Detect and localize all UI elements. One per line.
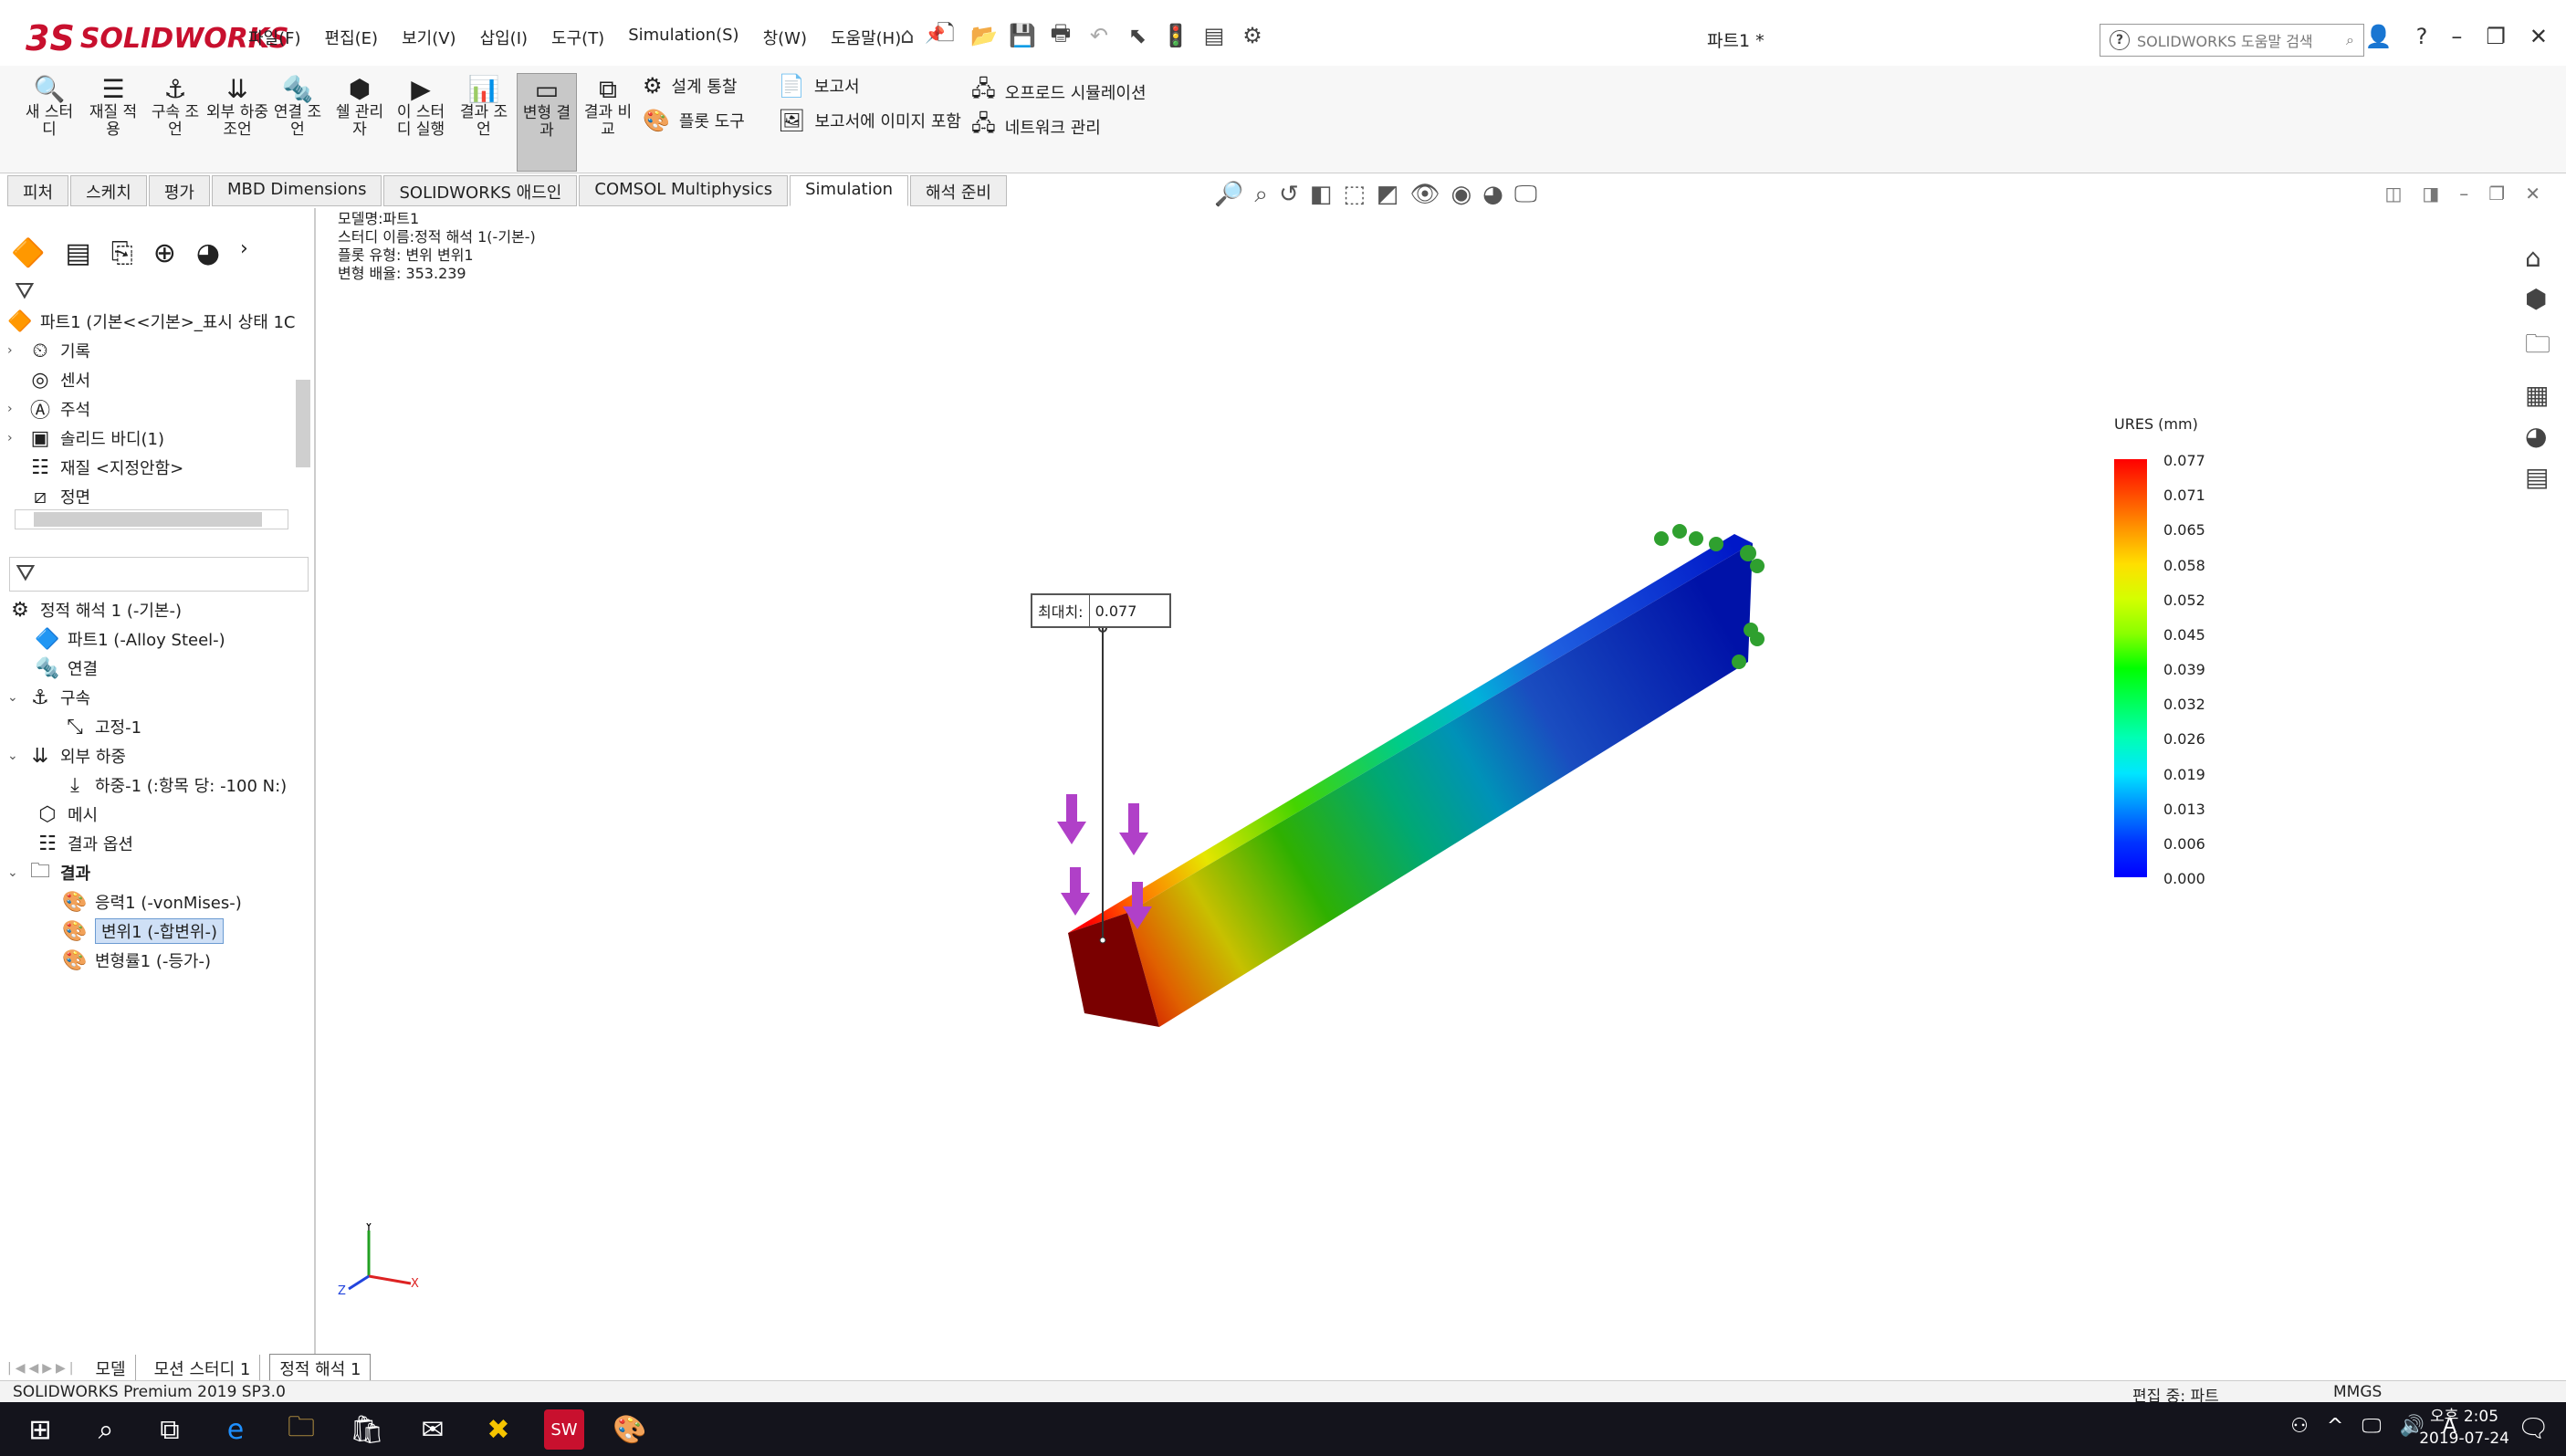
legend-value: 0.032 [2163,696,2205,714]
legend-value: 0.019 [2163,765,2205,783]
task-view-icon[interactable]: ⧉ [150,1409,190,1450]
tab-motion-study-1[interactable]: 모션 스터디 1 [145,1355,261,1382]
tray-expand-icon[interactable]: ^ [2327,1415,2343,1438]
app-x-icon[interactable]: ✖ [478,1409,518,1450]
legend-value: 0.039 [2163,661,2205,678]
network-icon[interactable]: 🖵 [2362,1415,2381,1438]
axis-y-label: Y [364,1223,372,1234]
people-icon[interactable]: ⚇ [2290,1415,2309,1438]
mail-icon[interactable]: ✉ [413,1409,453,1450]
legend-swatch [2114,598,2147,634]
legend-swatch [2114,494,2147,529]
legend-value: 0.065 [2163,521,2205,539]
legend-swatch [2114,807,2147,843]
legend-swatch [2114,529,2147,564]
legend-value: 0.077 [2163,452,2205,469]
status-version: SOLIDWORKS Premium 2019 SP3.0 [13,1383,286,1401]
triad-axes: Y X Z [338,1220,420,1300]
legend-color-bar [2114,459,2147,878]
legend-value: 0.071 [2163,487,2205,505]
tab-model[interactable]: 모델 [87,1355,136,1382]
taskbar-clock[interactable]: 오후 2:05 2019-07-24 [2419,1406,2509,1450]
status-bar: SOLIDWORKS Premium 2019 SP3.0 편집 중: 파트 M… [0,1380,2566,1406]
legend-value: 0.052 [2163,591,2205,609]
legend-value: 0.013 [2163,800,2205,818]
notification-center-icon[interactable]: 🗨 [2517,1413,2550,1443]
beam-side-face [1127,543,1753,1027]
store-icon[interactable]: 🛍 [347,1409,387,1450]
bottom-tabs: |◀◀▶▶| 모델 모션 스터디 1 정적 해석 1 [7,1354,372,1383]
legend-value: 0.045 [2163,625,2205,644]
axis-x-label: X [411,1277,419,1291]
load-arrows [1057,794,1152,929]
edge-browser-icon[interactable]: e [215,1409,256,1450]
legend-swatch [2114,459,2147,495]
windows-taskbar: ⊞ ⌕ ⧉ e 🗀 🛍 ✉ ✖ SW 🎨 ⚇ ^ 🖵 🔊 A 오후 2:05 2… [0,1402,2566,1456]
custom-properties-icon[interactable]: ▤ [2525,462,2550,492]
color-legend[interactable]: URES (mm) 0.077 0.071 0.065 0.058 0.052 0.045… [2114,415,2205,887]
legend-value: 0.058 [2163,556,2205,574]
design-library-icon[interactable]: ⬢ [2525,284,2550,314]
taskbar-search-icon[interactable]: ⌕ [86,1409,126,1450]
paint-icon[interactable]: 🎨 [610,1409,650,1450]
legend-swatch [2114,563,2147,599]
legend-swatch [2114,668,2147,704]
solidworks-taskbar-icon[interactable]: SW [544,1409,584,1450]
clock-date: 2019-07-24 [2419,1430,2509,1448]
file-explorer-icon[interactable]: 🗀 [2525,325,2550,369]
appearances-icon[interactable]: ◕ [2525,421,2550,451]
file-explorer-taskbar-icon[interactable]: 🗀 [281,1409,321,1450]
legend-swatch [2114,633,2147,669]
max-annotation-value: 0.077 [1094,602,1137,620]
legend-swatch [2114,842,2147,878]
clock-time: 오후 2:05 [2430,1408,2499,1426]
legend-value: 0.026 [2163,730,2205,749]
status-units[interactable]: MMGS [2333,1383,2382,1401]
task-pane-tabs: ⌂ ⬢ 🗀 ▦ ◕ ▤ [2525,243,2550,492]
tab-nav-arrows-icon[interactable]: |◀◀▶▶| [7,1361,78,1376]
axis-z-label: Z [338,1284,346,1296]
windows-start-icon[interactable]: ⊞ [20,1409,60,1450]
tab-static-study-1[interactable]: 정적 해석 1 [269,1354,372,1383]
max-annotation-label: 최대치: [1032,595,1090,626]
legend-value: 0.000 [2163,870,2205,887]
legend-swatch [2114,703,2147,738]
legend-value: 0.006 [2163,834,2205,853]
solidworks-resources-icon[interactable]: ⌂ [2525,243,2550,273]
max-value-annotation[interactable]: 최대치: 0.077 [1031,593,1171,628]
legend-swatch [2114,772,2147,808]
legend-title: URES (mm) [2114,415,2198,433]
view-palette-icon[interactable]: ▦ [2525,380,2550,410]
legend-swatch [2114,738,2147,773]
